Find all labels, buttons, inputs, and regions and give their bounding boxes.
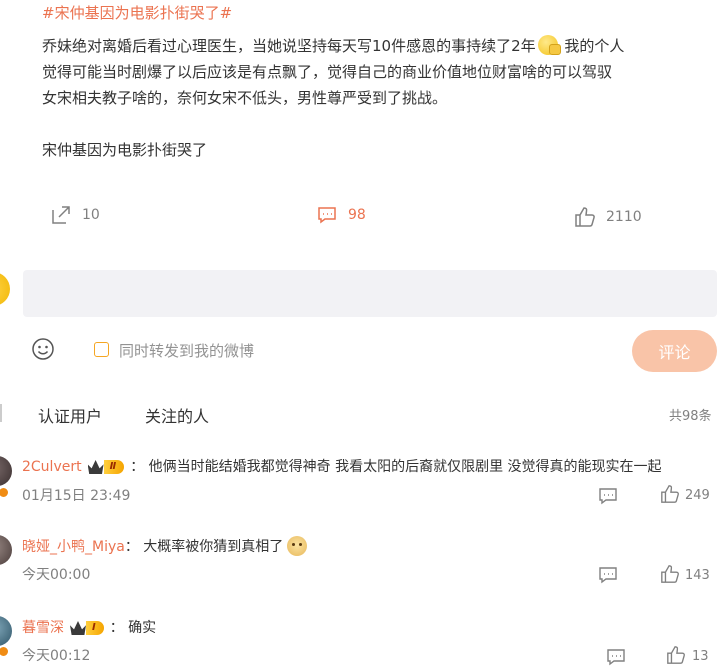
avatar[interactable] [0,616,12,646]
reply-icon[interactable] [598,565,618,585]
current-user-avatar [0,272,10,306]
forward-checkbox[interactable] [94,342,109,357]
comment-input[interactable] [23,270,717,317]
verified-badge-icon [0,646,9,657]
comment-text: ： 他俩当时能结婚我都觉得神奇 我看太阳的后裔就仅限剧里 没觉得真的能现实在一起 [130,459,662,475]
like-button[interactable]: 2110 [574,206,642,228]
avatar[interactable] [0,456,12,486]
like-count: 2110 [606,209,642,225]
comment-text: ： 大概率被你猜到真相了 [124,539,284,555]
post-line: 女宋相夫教子啥的，奈何女宋不低头，男性尊严受到了挑战。 [42,89,448,107]
vip-level: Ⅰ [86,621,104,635]
comment-content: 暮雪深 Ⅰ ： 确实 [22,617,156,637]
comment-username[interactable]: 暮雪深 [22,620,64,636]
comment-button[interactable]: 98 [316,204,366,226]
repost-icon [52,206,70,224]
thumbs-up-icon [575,207,595,227]
comment-icon [318,207,336,224]
thumbs-up-icon[interactable] [666,645,686,665]
tab-divider [0,404,2,422]
comment-count: 98 [348,207,366,223]
vip-level: Ⅱ [103,460,125,474]
post-body: 乔妹绝对离婚后看过心理医生，当她说坚持每天写10件感恩的事持续了2年 我的个人 … [42,33,718,163]
post-line: 我的个人 [564,37,625,55]
comment-username[interactable]: 晓娅_小鸭_Miya [22,539,125,555]
comment-time: 01月15日 23:49 [22,488,131,504]
submit-comment-button[interactable]: 评论 [632,330,717,372]
comment-time: 今天00:00 [22,567,91,583]
repost-count: 10 [82,207,100,223]
verified-badge-icon [0,487,9,498]
post-line: 觉得可能当时剧爆了以后应该是有点飘了，觉得自己的商业价值地位财富啥的可以驾驭 [42,63,613,81]
comment-content: 2Culvert Ⅱ ： 他俩当时能结婚我都觉得神奇 我看太阳的后裔就仅限剧里 没觉… [22,456,662,476]
comment-username[interactable]: 2Culvert [22,459,82,475]
comment-like-count: 13 [692,649,709,664]
thinking-emoji-icon [537,35,561,55]
comment-text: ： 确实 [109,620,157,636]
thumbs-up-icon[interactable] [660,564,680,584]
tab-following[interactable]: 关注的人 [145,403,209,427]
reply-icon[interactable] [606,647,626,667]
vip-crown-icon: Ⅱ [87,459,125,475]
post-line: 宋仲基因为电影扑街哭了 [42,141,208,159]
comment-time: 今天00:12 [22,648,91,664]
doge-emoji-icon [287,536,308,556]
comment-like-count: 143 [685,568,710,583]
post-line: 乔妹绝对离婚后看过心理医生，当她说坚持每天写10件感恩的事持续了2年 [42,37,536,55]
comment-like-count: 249 [685,488,710,503]
repost-button[interactable]: 10 [50,204,100,226]
comment-content: 晓娅_小鸭_Miya： 大概率被你猜到真相了 [22,536,308,556]
forward-label: 同时转发到我的微博 [119,342,255,360]
reply-icon[interactable] [598,486,618,506]
thumbs-up-icon[interactable] [660,484,680,504]
avatar[interactable] [0,535,12,565]
tab-verified-users[interactable]: 认证用户 [38,403,102,427]
emoji-picker-icon[interactable] [31,337,55,361]
post-hashtag-link[interactable]: #宋仲基因为电影扑街哭了# [42,2,232,23]
vip-crown-icon: Ⅰ [70,620,104,636]
comment-total: 共98条 [669,409,712,424]
